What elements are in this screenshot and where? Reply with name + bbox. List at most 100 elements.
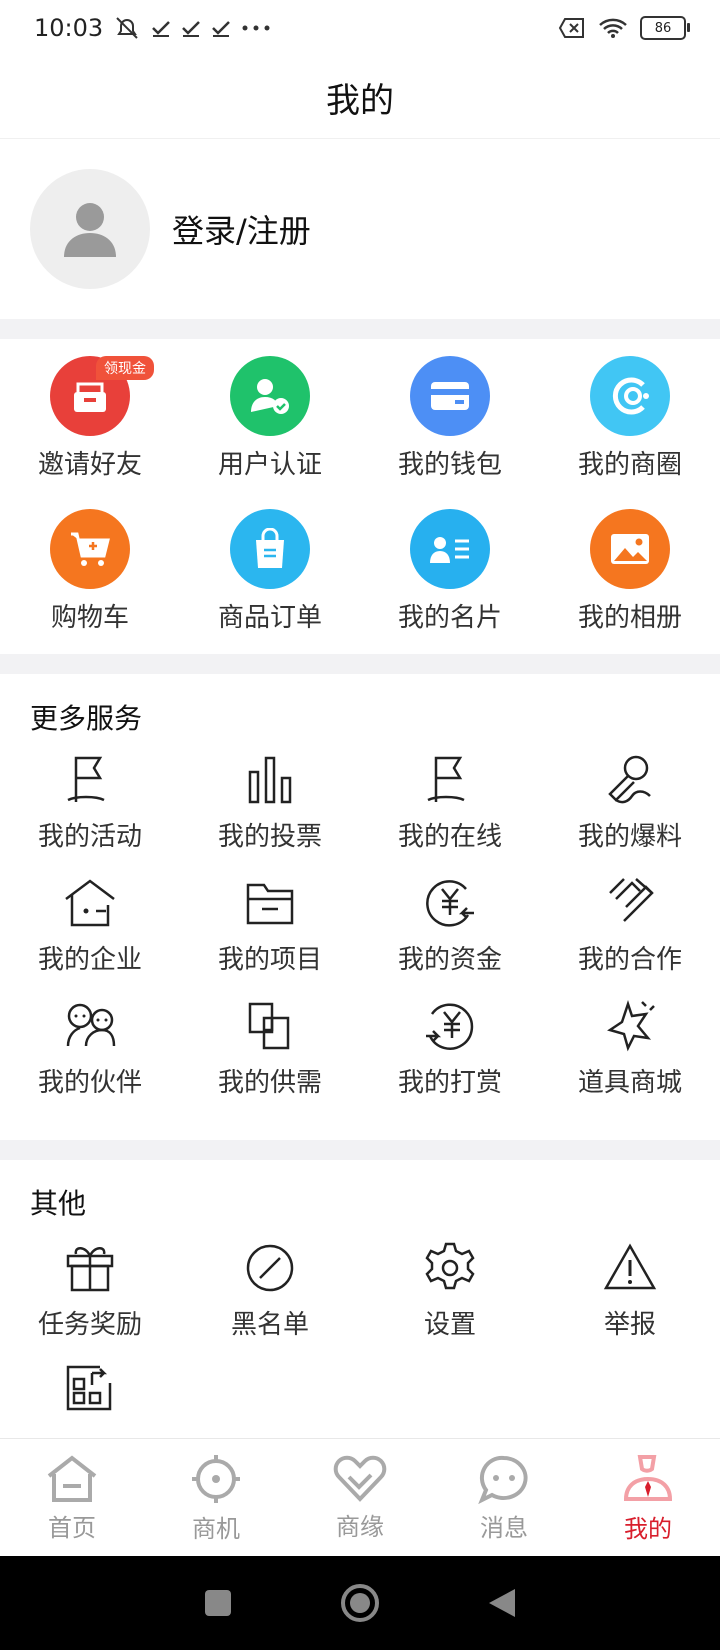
service-label: 我的在线 xyxy=(397,822,502,852)
section-divider xyxy=(0,654,720,674)
grid-share-icon xyxy=(66,1365,112,1411)
profile-section[interactable]: 登录/注册 xyxy=(0,139,720,319)
order-bag-icon xyxy=(230,509,310,589)
quick-action-business-circle[interactable]: 我的商圈 xyxy=(540,356,720,481)
more-services-title: 更多服务 xyxy=(30,702,143,735)
cart-icon xyxy=(50,509,130,589)
quick-action-business-card[interactable]: 我的名片 xyxy=(360,509,540,634)
gear-icon xyxy=(425,1242,475,1290)
target-icon xyxy=(192,1454,240,1503)
quick-action-label: 我的相册 xyxy=(577,603,682,633)
home-button-icon[interactable] xyxy=(340,1583,380,1623)
partners-icon xyxy=(66,1003,116,1047)
service-label: 道具商城 xyxy=(577,1068,682,1098)
service-label: 我的合作 xyxy=(577,945,682,975)
bar-chart-icon xyxy=(248,756,292,804)
wallet-icon xyxy=(410,356,490,436)
more-services-grid: 我的活动 我的投票 我的在线 我的爆料 我的企业 我的项目 我的资金 我的合作 … xyxy=(0,752,720,1099)
service-my-online[interactable]: 我的在线 xyxy=(360,752,540,853)
quick-actions-grid: 领现金 邀请好友 用户认证 我的钱包 我的商圈 购物车 商品订单 我的名片 我的… xyxy=(0,356,720,634)
recent-apps-icon[interactable] xyxy=(203,1588,233,1618)
quick-action-invite-friends[interactable]: 领现金 邀请好友 xyxy=(0,356,180,481)
service-label: 我的项目 xyxy=(217,945,322,975)
service-my-activities[interactable]: 我的活动 xyxy=(0,752,180,853)
service-label: 我的投票 xyxy=(217,822,322,852)
gift-icon xyxy=(66,1247,114,1292)
nav-profile[interactable]: 我的 xyxy=(576,1439,720,1557)
album-icon xyxy=(590,509,670,589)
status-bar: 10:03 86 xyxy=(0,0,720,56)
other-task-rewards[interactable]: 任务奖励 xyxy=(0,1240,180,1341)
service-my-cooperation[interactable]: 我的合作 xyxy=(540,875,720,976)
nav-label: 商机 xyxy=(192,1514,240,1543)
others-grid: 任务奖励 黑名单 设置 举报 xyxy=(0,1240,720,1423)
service-label: 我的打赏 xyxy=(397,1068,502,1098)
back-icon[interactable] xyxy=(487,1587,517,1619)
company-house-icon xyxy=(65,879,115,927)
profile-icon xyxy=(623,1454,673,1501)
battery-indicator: 86 xyxy=(640,16,690,40)
nav-home[interactable]: 首页 xyxy=(0,1439,144,1557)
nav-label: 首页 xyxy=(48,1513,96,1542)
nav-connections[interactable]: 商缘 xyxy=(288,1439,432,1557)
warning-icon xyxy=(603,1243,657,1290)
other-report[interactable]: 举报 xyxy=(540,1240,720,1341)
quick-action-album[interactable]: 我的相册 xyxy=(540,509,720,634)
others-title: 其他 xyxy=(30,1187,87,1220)
yuan-reward-icon xyxy=(426,1003,474,1050)
other-grid-share[interactable] xyxy=(0,1359,180,1423)
nav-label: 消息 xyxy=(480,1513,528,1542)
message-icon xyxy=(478,1455,528,1504)
check-icon xyxy=(152,21,171,37)
sim-off-icon xyxy=(558,18,584,38)
avatar[interactable] xyxy=(30,169,150,289)
flag-icon xyxy=(427,756,465,802)
service-prop-mall[interactable]: 道具商城 xyxy=(540,998,720,1099)
nav-opportunities[interactable]: 商机 xyxy=(144,1439,288,1557)
other-label: 设置 xyxy=(423,1310,476,1340)
home-icon xyxy=(47,1454,97,1502)
service-my-funds[interactable]: 我的资金 xyxy=(360,875,540,976)
service-label: 我的伙伴 xyxy=(37,1068,142,1098)
service-label: 我的资金 xyxy=(397,945,502,975)
cash-badge: 领现金 xyxy=(96,356,154,380)
other-blacklist[interactable]: 黑名单 xyxy=(180,1240,360,1341)
service-my-company[interactable]: 我的企业 xyxy=(0,875,180,976)
service-my-votes[interactable]: 我的投票 xyxy=(180,752,360,853)
user-verify-icon xyxy=(230,356,310,436)
status-left: 10:03 xyxy=(34,14,271,42)
service-my-tips[interactable]: 我的爆料 xyxy=(540,752,720,853)
default-avatar-icon xyxy=(64,203,116,257)
quick-action-wallet[interactable]: 我的钱包 xyxy=(360,356,540,481)
service-label: 我的活动 xyxy=(37,822,142,852)
service-my-projects[interactable]: 我的项目 xyxy=(180,875,360,976)
service-my-supply-demand[interactable]: 我的供需 xyxy=(180,998,360,1099)
service-my-partners[interactable]: 我的伙伴 xyxy=(0,998,180,1099)
nav-label: 我的 xyxy=(624,1514,672,1543)
other-settings[interactable]: 设置 xyxy=(360,1240,540,1341)
service-label: 我的供需 xyxy=(217,1068,322,1098)
page-title: 我的 xyxy=(326,80,394,121)
bottom-nav: 首页 商机 商缘 消息 我的 xyxy=(0,1438,720,1557)
system-navigation-bar xyxy=(0,1556,720,1650)
sparkle-icon xyxy=(607,1000,655,1052)
check-icon xyxy=(182,21,201,37)
service-my-rewards[interactable]: 我的打赏 xyxy=(360,998,540,1099)
status-right: 86 xyxy=(558,16,690,40)
page-title-bar: 我的 xyxy=(0,56,720,139)
flag-icon xyxy=(67,756,105,802)
other-label: 黑名单 xyxy=(230,1310,309,1340)
nav-messages[interactable]: 消息 xyxy=(432,1439,576,1557)
service-label: 我的企业 xyxy=(37,945,142,975)
check-icon xyxy=(212,21,231,37)
other-label: 举报 xyxy=(603,1310,656,1340)
yuan-exchange-icon xyxy=(426,880,474,927)
quick-action-product-orders[interactable]: 商品订单 xyxy=(180,509,360,634)
quick-action-user-verify[interactable]: 用户认证 xyxy=(180,356,360,481)
status-time: 10:03 xyxy=(34,14,104,42)
mute-icon xyxy=(116,17,138,39)
quick-action-cart[interactable]: 购物车 xyxy=(0,509,180,634)
login-register-link[interactable]: 登录/注册 xyxy=(172,206,311,252)
nav-label: 商缘 xyxy=(336,1512,384,1541)
section-divider xyxy=(0,319,720,339)
